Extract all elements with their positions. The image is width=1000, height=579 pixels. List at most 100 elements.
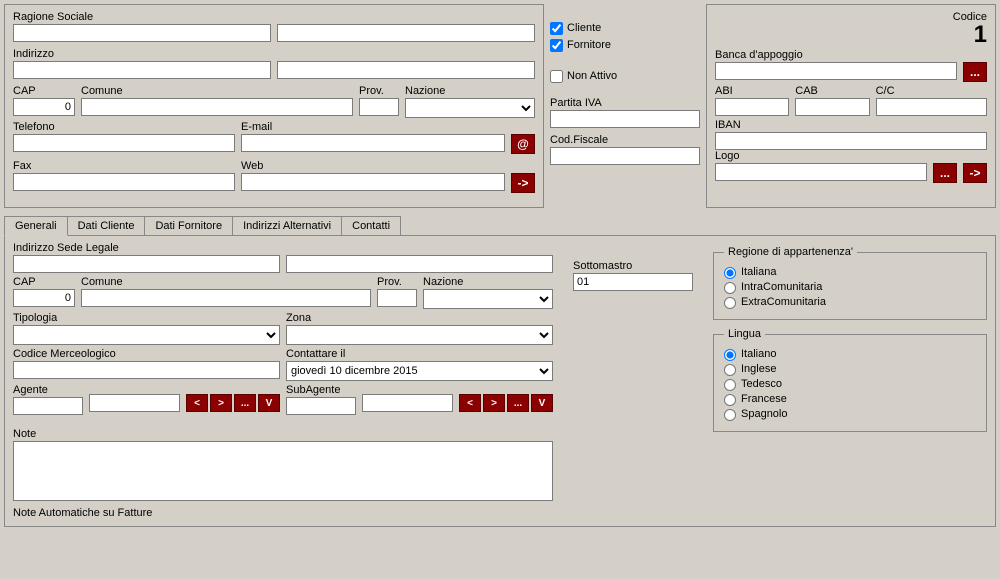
ragione-sociale-2-input[interactable] [277, 24, 535, 42]
cod-fiscale-input[interactable] [550, 147, 700, 165]
subagente-name-input[interactable] [362, 394, 453, 412]
web-go-button[interactable]: -> [511, 173, 535, 193]
agente-next-button[interactable]: > [210, 394, 232, 412]
agente-browse-button[interactable]: ... [234, 394, 256, 412]
tab-dati-fornitore[interactable]: Dati Fornitore [144, 216, 233, 235]
banca-group: Codice 1 Banca d'appoggio ... ABI CAB [706, 4, 996, 208]
prov-input[interactable] [359, 98, 399, 116]
comune-input[interactable] [81, 98, 353, 116]
note-label: Note [13, 428, 553, 440]
cc-input[interactable] [876, 98, 987, 116]
gen-cap-input[interactable] [13, 289, 75, 307]
lingua-italiano-radio[interactable] [724, 349, 736, 361]
prov-label: Prov. [359, 85, 399, 97]
cap-label: CAP [13, 85, 75, 97]
gen-cap-label: CAP [13, 276, 75, 288]
regione-extra-radio[interactable] [724, 297, 736, 309]
codice-merc-input[interactable] [13, 361, 280, 379]
telefono-input[interactable] [13, 134, 235, 152]
main-form: Ragione Sociale Indirizzo [0, 0, 1000, 531]
non-attivo-checkbox[interactable] [550, 70, 563, 83]
logo-go-button[interactable]: -> [963, 163, 987, 183]
flags-group: Cliente Fornitore Non Attivo Partita IVA… [550, 4, 700, 208]
agente-v-button[interactable]: V [258, 394, 280, 412]
lingua-inglese-radio[interactable] [724, 364, 736, 376]
regione-italiana-radio[interactable] [724, 267, 736, 279]
lingua-tedesco-radio[interactable] [724, 379, 736, 391]
tab-dati-cliente[interactable]: Dati Cliente [67, 216, 146, 235]
tab-generali[interactable]: Generali [4, 216, 68, 236]
indirizzo-sede-1-input[interactable] [13, 255, 280, 273]
banca-input[interactable] [715, 62, 957, 80]
regione-intra-radio[interactable] [724, 282, 736, 294]
note-textarea[interactable] [13, 441, 553, 501]
lingua-spagnolo-label: Spagnolo [741, 408, 788, 420]
logo-browse-button[interactable]: ... [933, 163, 957, 183]
sottomastro-input[interactable] [573, 273, 693, 291]
lingua-spagnolo-radio[interactable] [724, 409, 736, 421]
web-input[interactable] [241, 173, 505, 191]
partita-iva-input[interactable] [550, 110, 700, 128]
indirizzo-sede-2-input[interactable] [286, 255, 553, 273]
subagente-prev-button[interactable]: < [459, 394, 481, 412]
non-attivo-label: Non Attivo [567, 70, 617, 82]
indirizzo-sede-label: Indirizzo Sede Legale [13, 242, 553, 254]
regione-legend: Regione di appartenenza' [724, 246, 857, 258]
generali-left: Indirizzo Sede Legale CAP Comune Prov. [13, 242, 553, 520]
abi-input[interactable] [715, 98, 789, 116]
subagente-label: SubAgente [286, 384, 356, 396]
codice-value: 1 [715, 21, 987, 49]
contattare-select[interactable]: giovedì 10 dicembre 2015 [286, 361, 553, 381]
cap-input[interactable] [13, 98, 75, 116]
lingua-italiano-label: Italiano [741, 348, 776, 360]
banca-browse-button[interactable]: ... [963, 62, 987, 82]
lingua-francese-label: Francese [741, 393, 787, 405]
subagente-v-button[interactable]: V [531, 394, 553, 412]
email-at-button[interactable]: @ [511, 134, 535, 154]
nazione-select[interactable] [405, 98, 535, 118]
lingua-tedesco-label: Tedesco [741, 378, 782, 390]
agente-code-input[interactable] [13, 397, 83, 415]
tipologia-select[interactable] [13, 325, 280, 345]
fornitore-checkbox[interactable] [550, 39, 563, 52]
tab-strip: Generali Dati Cliente Dati Fornitore Ind… [4, 216, 996, 236]
generali-right: Regione di appartenenza' Italiana IntraC… [713, 242, 987, 520]
non-attivo-check-row: Non Attivo [550, 70, 700, 83]
subagente-code-input[interactable] [286, 397, 356, 415]
lingua-legend: Lingua [724, 328, 765, 340]
email-input[interactable] [241, 134, 505, 152]
fax-input[interactable] [13, 173, 235, 191]
ragione-sociale-1-input[interactable] [13, 24, 271, 42]
lingua-fieldset: Lingua Italiano Inglese Tedesco Francese… [713, 328, 987, 432]
zona-select[interactable] [286, 325, 553, 345]
agente-name-input[interactable] [89, 394, 180, 412]
note-auto-label: Note Automatiche su Fatture [13, 507, 553, 519]
cliente-checkbox[interactable] [550, 22, 563, 35]
lingua-francese-radio[interactable] [724, 394, 736, 406]
subagente-browse-button[interactable]: ... [507, 394, 529, 412]
cliente-check-row: Cliente [550, 22, 700, 35]
top-section: Ragione Sociale Indirizzo [0, 0, 1000, 212]
tab-generali-content: Indirizzo Sede Legale CAP Comune Prov. [4, 236, 996, 527]
gen-comune-input[interactable] [81, 289, 371, 307]
iban-input[interactable] [715, 132, 987, 150]
regione-extra-label: ExtraComunitaria [741, 296, 826, 308]
partita-iva-label: Partita IVA [550, 97, 700, 109]
zona-label: Zona [286, 312, 553, 324]
agente-prev-button[interactable]: < [186, 394, 208, 412]
fornitore-check-row: Fornitore [550, 39, 700, 52]
indirizzo-1-input[interactable] [13, 61, 271, 79]
gen-nazione-label: Nazione [423, 276, 553, 288]
tipologia-label: Tipologia [13, 312, 280, 324]
gen-comune-label: Comune [81, 276, 371, 288]
tab-contatti[interactable]: Contatti [341, 216, 401, 235]
sottomastro-label: Sottomastro [573, 260, 693, 272]
logo-input[interactable] [715, 163, 927, 181]
indirizzo-2-input[interactable] [277, 61, 535, 79]
gen-prov-input[interactable] [377, 289, 417, 307]
subagente-next-button[interactable]: > [483, 394, 505, 412]
gen-nazione-select[interactable] [423, 289, 553, 309]
comune-label: Comune [81, 85, 353, 97]
cab-input[interactable] [795, 98, 869, 116]
tab-indirizzi-alternativi[interactable]: Indirizzi Alternativi [232, 216, 342, 235]
